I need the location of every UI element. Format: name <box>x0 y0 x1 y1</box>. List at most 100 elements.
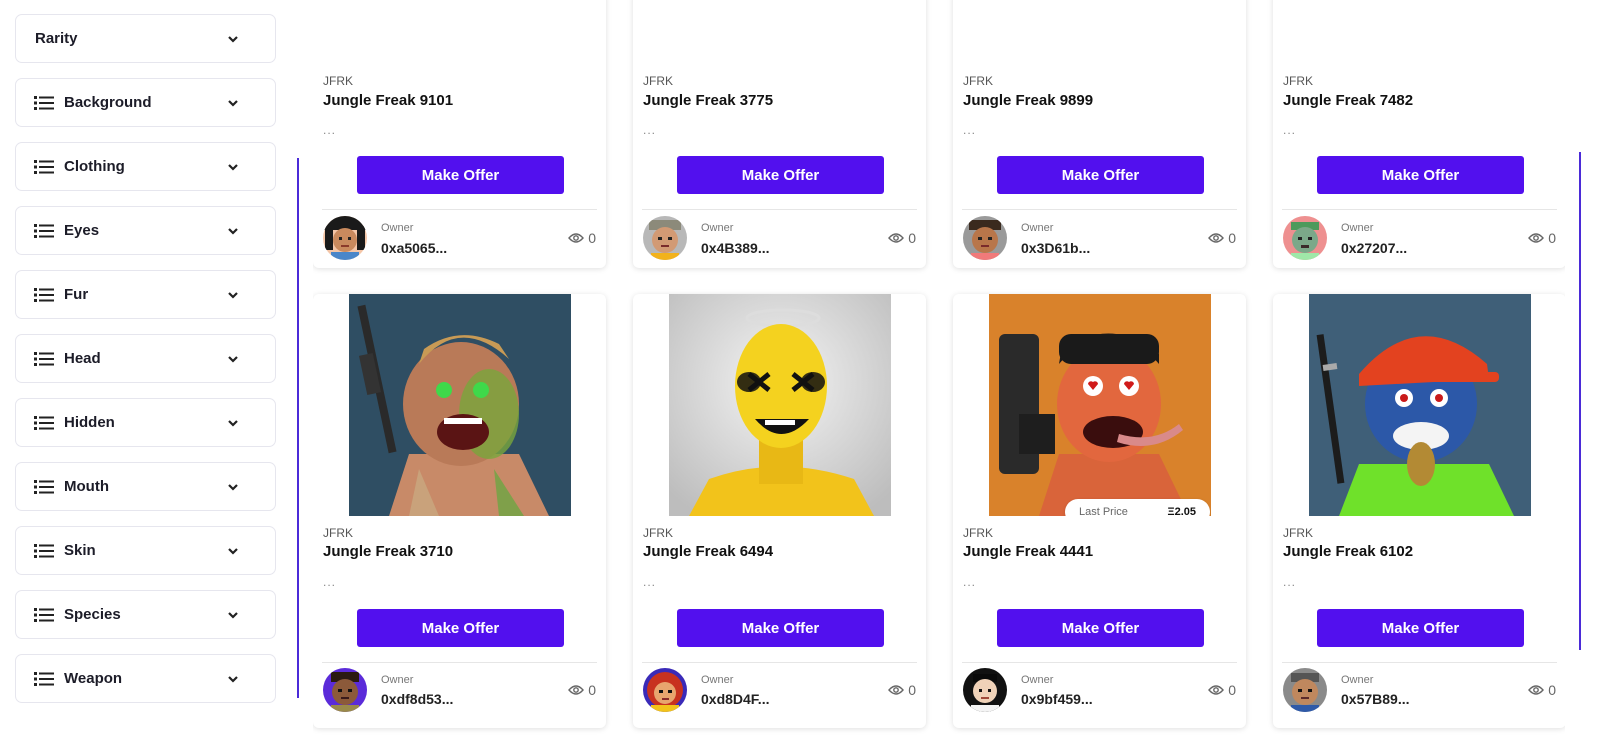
chevron-down-icon <box>228 611 238 619</box>
owner-address[interactable]: 0x3D61b... <box>1021 240 1090 256</box>
filter-clothing[interactable]: Clothing <box>15 142 276 191</box>
make-offer-button[interactable]: Make Offer <box>357 609 564 647</box>
nft-description: ... <box>323 123 337 137</box>
nft-name[interactable]: Jungle Freak 6494 <box>643 543 773 560</box>
filter-sidebar: Rarity Background Clothing Eyes Fur Head… <box>15 14 276 718</box>
nft-description: ... <box>963 123 977 137</box>
view-count: 0 <box>888 682 916 698</box>
owner-address[interactable]: 0x9bf459... <box>1021 691 1093 707</box>
nft-name[interactable]: Jungle Freak 3710 <box>323 543 453 560</box>
nft-card[interactable]: JFRK Jungle Freak 7482 ... Make Offer Ow… <box>1273 0 1565 268</box>
owner-label: Owner <box>701 222 734 234</box>
eye-icon <box>1528 685 1545 695</box>
list-icon <box>34 671 54 686</box>
nft-image[interactable]: Last Price Ξ2.05 <box>989 294 1211 516</box>
make-offer-button[interactable]: Make Offer <box>1317 156 1524 194</box>
nft-image[interactable] <box>1309 294 1531 516</box>
owner-address[interactable]: 0x57B89... <box>1341 691 1410 707</box>
divider <box>962 209 1237 210</box>
owner-avatar[interactable] <box>1283 216 1327 260</box>
divider <box>1282 662 1557 663</box>
nft-image[interactable] <box>349 294 571 516</box>
last-price-badge: Last Price Ξ2.05 <box>1065 499 1210 516</box>
nft-name[interactable]: Jungle Freak 6102 <box>1283 543 1413 560</box>
owner-avatar[interactable] <box>323 668 367 712</box>
filter-label: Clothing <box>64 158 125 175</box>
view-count-value: 0 <box>588 682 596 698</box>
list-icon <box>34 543 54 558</box>
filter-label: Rarity <box>35 30 78 47</box>
make-offer-button[interactable]: Make Offer <box>997 609 1204 647</box>
view-count-value: 0 <box>1548 682 1556 698</box>
owner-avatar[interactable] <box>643 216 687 260</box>
last-price-label: Last Price <box>1079 506 1128 516</box>
filter-label: Hidden <box>64 414 115 431</box>
chevron-down-icon <box>228 355 238 363</box>
owner-address[interactable]: 0xa5065... <box>381 240 447 256</box>
owner-label: Owner <box>381 222 414 234</box>
list-icon <box>34 479 54 494</box>
nft-card[interactable]: JFRK Jungle Freak 3775 ... Make Offer Ow… <box>633 0 926 268</box>
nft-card[interactable]: JFRK Jungle Freak 9899 ... Make Offer Ow… <box>953 0 1246 268</box>
owner-label: Owner <box>381 674 414 686</box>
view-count: 0 <box>1528 230 1556 246</box>
nft-card[interactable]: Last Price Ξ2.05 JFRK Jungle Freak 4441 … <box>953 294 1246 728</box>
make-offer-button[interactable]: Make Offer <box>677 156 884 194</box>
nft-name[interactable]: Jungle Freak 4441 <box>963 543 1093 560</box>
filter-species[interactable]: Species <box>15 590 276 639</box>
owner-address[interactable]: 0x4B389... <box>701 240 770 256</box>
make-offer-button[interactable]: Make Offer <box>997 156 1204 194</box>
collection-name: JFRK <box>1283 74 1313 88</box>
owner-address[interactable]: 0xdf8d53... <box>381 691 453 707</box>
owner-avatar[interactable] <box>323 216 367 260</box>
view-count: 0 <box>1208 682 1236 698</box>
filter-head[interactable]: Head <box>15 334 276 383</box>
nft-name[interactable]: Jungle Freak 3775 <box>643 92 773 109</box>
nft-card[interactable]: JFRK Jungle Freak 3710 ... Make Offer Ow… <box>313 294 606 728</box>
make-offer-button[interactable]: Make Offer <box>1317 609 1524 647</box>
owner-avatar[interactable] <box>643 668 687 712</box>
chevron-down-icon <box>228 99 238 107</box>
nft-card[interactable]: JFRK Jungle Freak 6494 ... Make Offer Ow… <box>633 294 926 728</box>
filter-mouth[interactable]: Mouth <box>15 462 276 511</box>
collection-name: JFRK <box>963 74 993 88</box>
make-offer-button[interactable]: Make Offer <box>357 156 564 194</box>
make-offer-button[interactable]: Make Offer <box>677 609 884 647</box>
nft-description: ... <box>643 575 657 589</box>
owner-address[interactable]: 0xd8D4F... <box>701 691 769 707</box>
owner-avatar[interactable] <box>963 668 1007 712</box>
filter-skin[interactable]: Skin <box>15 526 276 575</box>
filter-fur[interactable]: Fur <box>15 270 276 319</box>
divider <box>962 662 1237 663</box>
view-count: 0 <box>568 230 596 246</box>
chevron-down-icon <box>228 291 238 299</box>
nft-name[interactable]: Jungle Freak 7482 <box>1283 92 1413 109</box>
filter-label: Fur <box>64 286 89 303</box>
owner-avatar[interactable] <box>1283 668 1327 712</box>
owner-address[interactable]: 0x27207... <box>1341 240 1407 256</box>
nft-image[interactable] <box>669 294 891 516</box>
collection-name: JFRK <box>643 526 673 540</box>
filter-eyes[interactable]: Eyes <box>15 206 276 255</box>
nft-card[interactable]: JFRK Jungle Freak 9101 ... Make Offer Ow… <box>313 0 606 268</box>
owner-label: Owner <box>1341 222 1374 234</box>
divider <box>322 662 597 663</box>
list-icon <box>34 287 54 302</box>
filter-weapon[interactable]: Weapon <box>15 654 276 703</box>
nft-name[interactable]: Jungle Freak 9899 <box>963 92 1093 109</box>
eye-icon <box>1208 685 1225 695</box>
nft-card[interactable]: JFRK Jungle Freak 6102 ... Make Offer Ow… <box>1273 294 1565 728</box>
right-accent-line <box>1579 152 1581 650</box>
filter-hidden[interactable]: Hidden <box>15 398 276 447</box>
list-icon <box>34 415 54 430</box>
collection-name: JFRK <box>643 74 673 88</box>
filter-background[interactable]: Background <box>15 78 276 127</box>
chevron-down-icon <box>228 547 238 555</box>
owner-avatar[interactable] <box>963 216 1007 260</box>
list-icon <box>34 159 54 174</box>
filter-rarity[interactable]: Rarity <box>15 14 276 63</box>
left-accent-line <box>297 158 299 698</box>
owner-label: Owner <box>1021 222 1054 234</box>
nft-name[interactable]: Jungle Freak 9101 <box>323 92 453 109</box>
filter-label: Weapon <box>64 670 123 687</box>
